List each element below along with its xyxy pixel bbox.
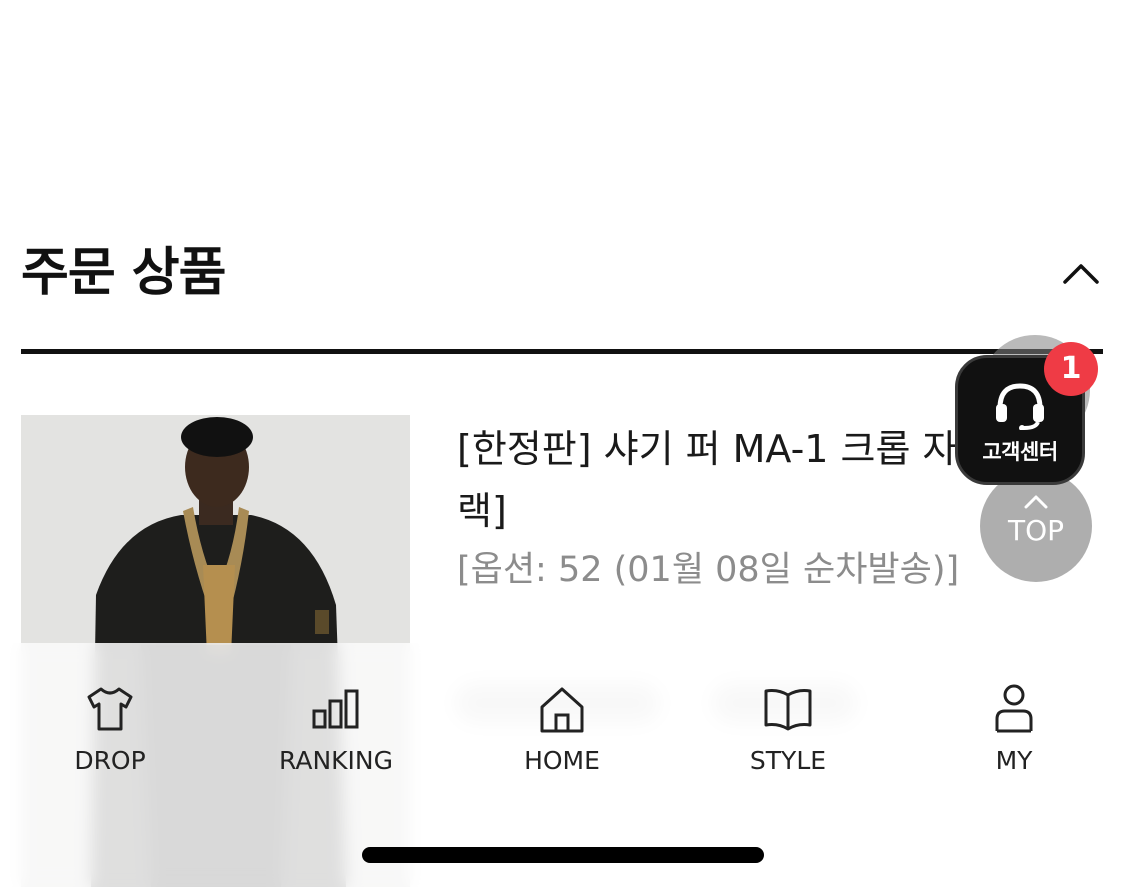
scroll-top-label: TOP [1007, 514, 1065, 547]
book-icon [764, 689, 812, 731]
section-divider [21, 349, 1103, 354]
scroll-top-button[interactable]: TOP [980, 470, 1092, 582]
nav-label-my: MY [995, 746, 1033, 775]
section-title: 주문 상품 [21, 243, 226, 303]
nav-item-drop[interactable]: DROP [10, 683, 210, 783]
order-products-header: 주문 상품 [21, 236, 1103, 316]
nav-label-drop: DROP [74, 746, 146, 775]
home-indicator [362, 847, 764, 863]
tshirt-icon [87, 687, 133, 731]
person-icon [995, 684, 1033, 733]
nav-item-home[interactable]: HOME [462, 683, 662, 783]
nav-label-ranking: RANKING [278, 746, 393, 775]
home-icon [540, 687, 584, 733]
nav-label-style: STYLE [749, 746, 827, 775]
product-option: [옵션: 52 (01월 08일 순차발송)] [457, 550, 960, 590]
notification-badge: 1 [1044, 342, 1098, 396]
collapse-button[interactable] [1059, 254, 1103, 294]
ranking-bars-icon [312, 689, 359, 729]
headset-icon [996, 383, 1044, 430]
nav-label-home: HOME [524, 746, 600, 775]
nav-item-ranking[interactable]: RANKING [236, 683, 436, 783]
customer-center-label: 고객센터 [982, 440, 1058, 464]
chevron-up-icon [1024, 495, 1048, 509]
chevron-up-icon [1063, 264, 1099, 284]
nav-item-my[interactable]: MY [914, 683, 1114, 783]
nav-item-style[interactable]: STYLE [688, 683, 888, 783]
